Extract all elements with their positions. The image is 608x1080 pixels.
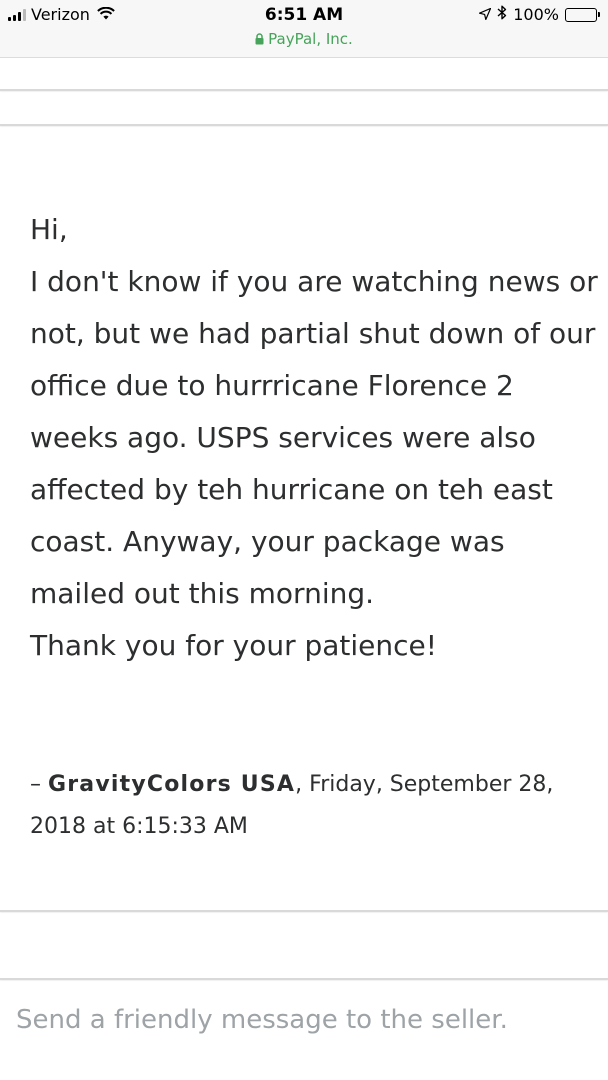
- bluetooth-icon: [497, 5, 507, 24]
- section-divider: [0, 124, 608, 126]
- signature-prefix: –: [30, 772, 48, 797]
- section-divider: [0, 89, 608, 91]
- seller-message-body: Hi, I don't know if you are watching new…: [30, 213, 598, 662]
- location-icon: [479, 5, 492, 24]
- message-input[interactable]: [0, 985, 608, 1055]
- site-identity[interactable]: PayPal, Inc.: [0, 30, 608, 49]
- battery-percent: 100%: [513, 5, 559, 24]
- battery-icon: [565, 7, 600, 22]
- status-bar-right: 100%: [473, 5, 600, 24]
- section-divider: [0, 978, 608, 980]
- message-signature: – GravityColors USA, Friday, September 2…: [30, 764, 595, 848]
- section-divider: [0, 910, 608, 912]
- lock-icon: [255, 31, 264, 49]
- sender-name: GravityColors USA: [48, 772, 296, 797]
- site-name: PayPal, Inc.: [268, 30, 353, 48]
- status-bar: Verizon 6:51 AM PayPal, Inc. 100%: [0, 0, 608, 58]
